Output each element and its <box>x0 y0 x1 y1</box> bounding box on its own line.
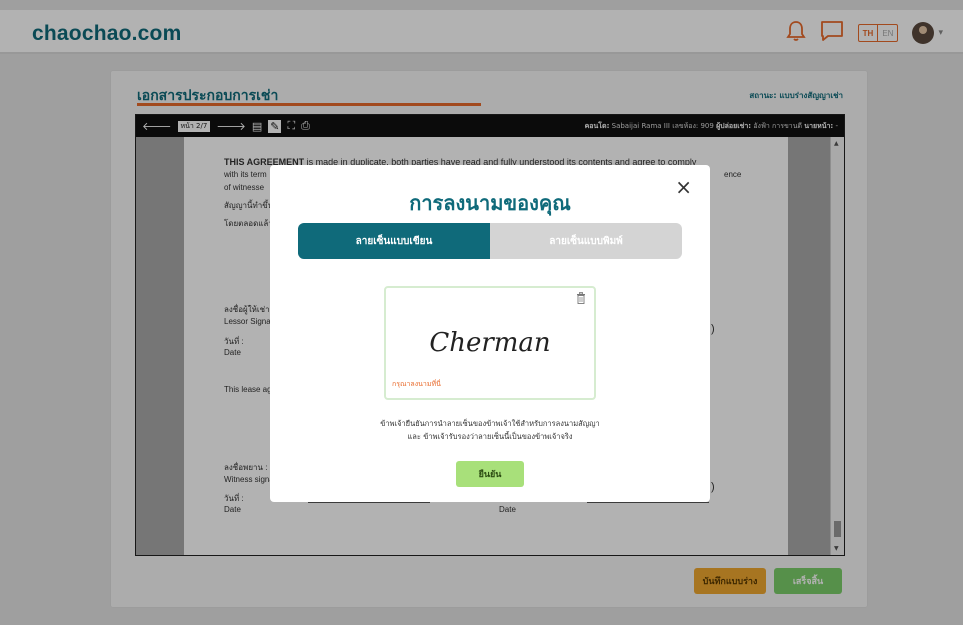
tab-typed[interactable]: ลายเซ็นแบบพิมพ์ <box>490 223 682 259</box>
signature-modal: การลงนามของคุณ × ลายเซ็นแบบเขียน ลายเซ็น… <box>270 165 710 502</box>
close-icon[interactable]: × <box>675 175 692 199</box>
modal-title: การลงนามของคุณ <box>409 191 571 215</box>
signature-drawing: Cherman <box>429 328 551 358</box>
tab-handwritten[interactable]: ลายเซ็นแบบเขียน <box>298 223 490 259</box>
consent-text: ข้าพเจ้ายืนยันการนำลายเซ็นของข้าพเจ้าใช้… <box>270 417 710 443</box>
signature-hint: กรุณาลงนามที่นี่ <box>392 380 441 388</box>
signature-pad[interactable]: Cherman กรุณาลงนามที่นี่ <box>384 286 596 400</box>
confirm-button[interactable]: ยืนยัน <box>456 461 524 487</box>
trash-icon[interactable] <box>576 292 586 307</box>
consent-line-2: และ ข้าพเจ้ารับรองว่าลายเซ็นนี้เป็นของข้… <box>407 432 573 441</box>
signature-tabs: ลายเซ็นแบบเขียน ลายเซ็นแบบพิมพ์ <box>298 223 682 259</box>
consent-line-1: ข้าพเจ้ายืนยันการนำลายเซ็นของข้าพเจ้าใช้… <box>380 419 600 428</box>
